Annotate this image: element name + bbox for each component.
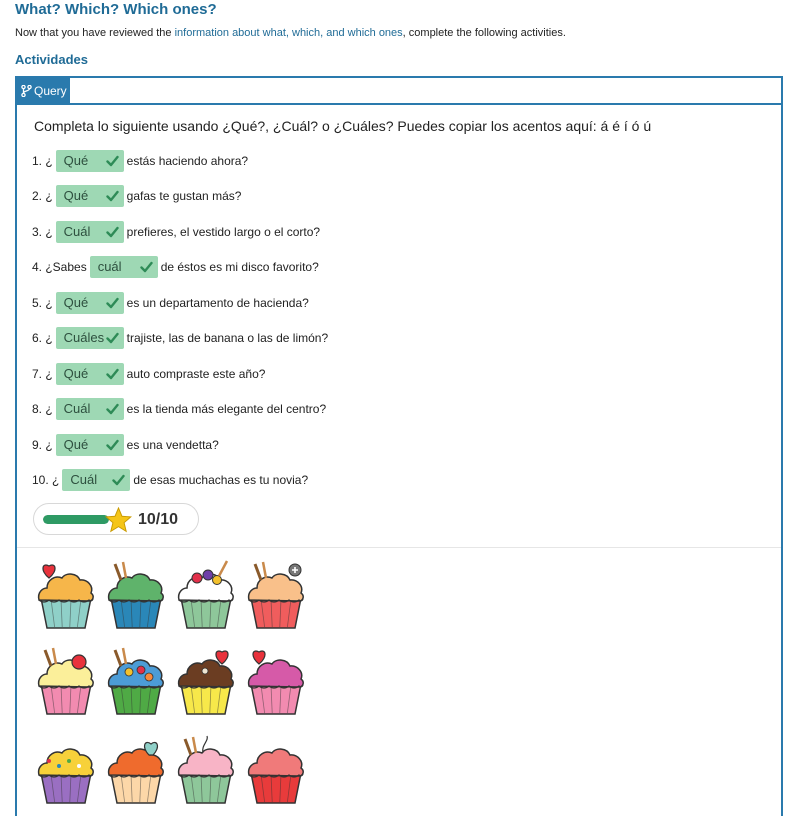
- question-prefix: 5. ¿: [32, 295, 53, 310]
- cupcake-image: [107, 647, 164, 715]
- answer-field[interactable]: Qué: [55, 291, 124, 314]
- intro-text-after: , complete the following activities.: [402, 27, 566, 39]
- question-item: 3. ¿ Cuál prefieres, el vestido largo o el…: [32, 220, 321, 243]
- question-suffix: de esas muchachas es tu novia?: [133, 472, 309, 487]
- cupcake-image: [177, 650, 234, 715]
- tab-underline: [17, 103, 781, 105]
- cupcake-image: [37, 564, 94, 629]
- cupcake-image: [247, 748, 304, 804]
- instructions: Completa lo siguiente usando ¿Qué?, ¿Cuá…: [34, 118, 652, 134]
- check-icon: [105, 190, 119, 202]
- answer-value: Cuál: [63, 223, 91, 239]
- star-icon: [105, 507, 132, 533]
- intro-text-before: Now that you have reviewed the: [15, 27, 175, 39]
- tab-label: Query: [34, 84, 67, 98]
- answer-field[interactable]: Cuáles: [55, 326, 124, 349]
- check-icon: [140, 261, 153, 273]
- answer-value: Cuál: [63, 400, 91, 416]
- question-item: 8. ¿ Cuál es la tienda más elegante del ce…: [32, 397, 327, 420]
- check-icon: [105, 332, 119, 344]
- answer-field[interactable]: Qué: [55, 149, 124, 172]
- check-icon: [105, 439, 119, 451]
- question-prefix: 3. ¿: [32, 224, 53, 239]
- question-suffix: trajiste, las de banana o las de limón?: [126, 330, 329, 345]
- question-suffix: estás haciendo ahora?: [126, 153, 249, 168]
- score-value: 10/10: [138, 511, 179, 528]
- answer-value: cuál: [97, 258, 122, 274]
- question-prefix: 9. ¿: [32, 437, 53, 452]
- progress-fill: [43, 515, 109, 524]
- question-item: 1. ¿ Qué estás haciendo ahora?: [32, 149, 249, 172]
- answer-field[interactable]: Qué: [55, 433, 124, 456]
- answer-value: Qué: [63, 436, 89, 452]
- question-suffix: es una vendetta?: [126, 437, 219, 452]
- answer-value: Qué: [63, 187, 89, 203]
- activity-frame: Query Completa lo siguiente usando ¿Qué?…: [15, 76, 783, 816]
- question-item: 2. ¿ Qué gafas te gustan más?: [32, 184, 242, 207]
- intro-text: Now that you have reviewed the informati…: [15, 27, 566, 39]
- branch-icon: [21, 85, 32, 97]
- question-suffix: es la tienda más elegante del centro?: [126, 401, 327, 416]
- question-item: 6. ¿ Cuáles trajiste, las de banana o las …: [32, 326, 329, 349]
- answer-value: Qué: [63, 294, 89, 310]
- question-suffix: es un departamento de hacienda?: [126, 295, 309, 310]
- cupcake-image: [177, 735, 234, 804]
- question-prefix: 7. ¿: [32, 366, 53, 381]
- question-prefix: 4. ¿Sabes: [32, 259, 87, 274]
- divider: [17, 547, 781, 548]
- section-title: Actividades: [15, 52, 88, 67]
- check-icon: [105, 403, 119, 415]
- check-icon: [105, 297, 119, 309]
- score-widget: 10/10: [33, 503, 199, 535]
- question-item: 10. ¿ Cuál de esas muchachas es tu novia?: [32, 468, 309, 491]
- answer-field[interactable]: cuál: [89, 255, 158, 278]
- question-prefix: 10. ¿: [32, 472, 60, 487]
- check-icon: [105, 368, 119, 380]
- answer-field[interactable]: Qué: [55, 362, 124, 385]
- answer-field[interactable]: Cuál: [55, 220, 124, 243]
- question-suffix: de éstos es mi disco favorito?: [160, 259, 319, 274]
- answer-field[interactable]: Cuál: [62, 468, 131, 491]
- cupcake-image: [177, 560, 234, 629]
- cupcake-image: [247, 650, 304, 715]
- answer-field[interactable]: Qué: [55, 184, 124, 207]
- activity-tab[interactable]: Query: [17, 78, 70, 103]
- check-icon: [105, 226, 119, 238]
- answer-value: Cuáles: [63, 329, 105, 345]
- cupcake-image: [107, 741, 164, 804]
- page-title: What? Which? Which ones?: [15, 1, 217, 18]
- question-item: 5. ¿ Qué es un departamento de hacienda?: [32, 291, 309, 314]
- question-item: 4. ¿Sabes cuál de éstos es mi disco favori…: [32, 255, 319, 278]
- answer-field[interactable]: Cuál: [55, 397, 124, 420]
- cupcake-image: [247, 561, 304, 629]
- answer-value: Cuál: [70, 471, 98, 487]
- question-prefix: 2. ¿: [32, 188, 53, 203]
- question-suffix: prefieres, el vestido largo o el corto?: [126, 224, 321, 239]
- answer-value: Qué: [63, 365, 89, 381]
- question-item: 7. ¿ Qué auto compraste este año?: [32, 362, 266, 385]
- question-item: 9. ¿ Qué es una vendetta?: [32, 433, 219, 456]
- question-suffix: gafas te gustan más?: [126, 188, 242, 203]
- question-prefix: 8. ¿: [32, 401, 53, 416]
- information-link[interactable]: information about what, which, and which…: [175, 27, 403, 39]
- question-suffix: auto compraste este año?: [126, 366, 266, 381]
- check-icon: [105, 155, 119, 167]
- question-prefix: 1. ¿: [32, 153, 53, 168]
- cupcake-image: [37, 748, 94, 804]
- answer-value: Qué: [63, 152, 89, 168]
- check-icon: [112, 474, 126, 486]
- cupcake-image: [37, 647, 94, 715]
- progress-track: [43, 515, 109, 524]
- question-prefix: 6. ¿: [32, 330, 53, 345]
- cupcake-image: [107, 561, 164, 629]
